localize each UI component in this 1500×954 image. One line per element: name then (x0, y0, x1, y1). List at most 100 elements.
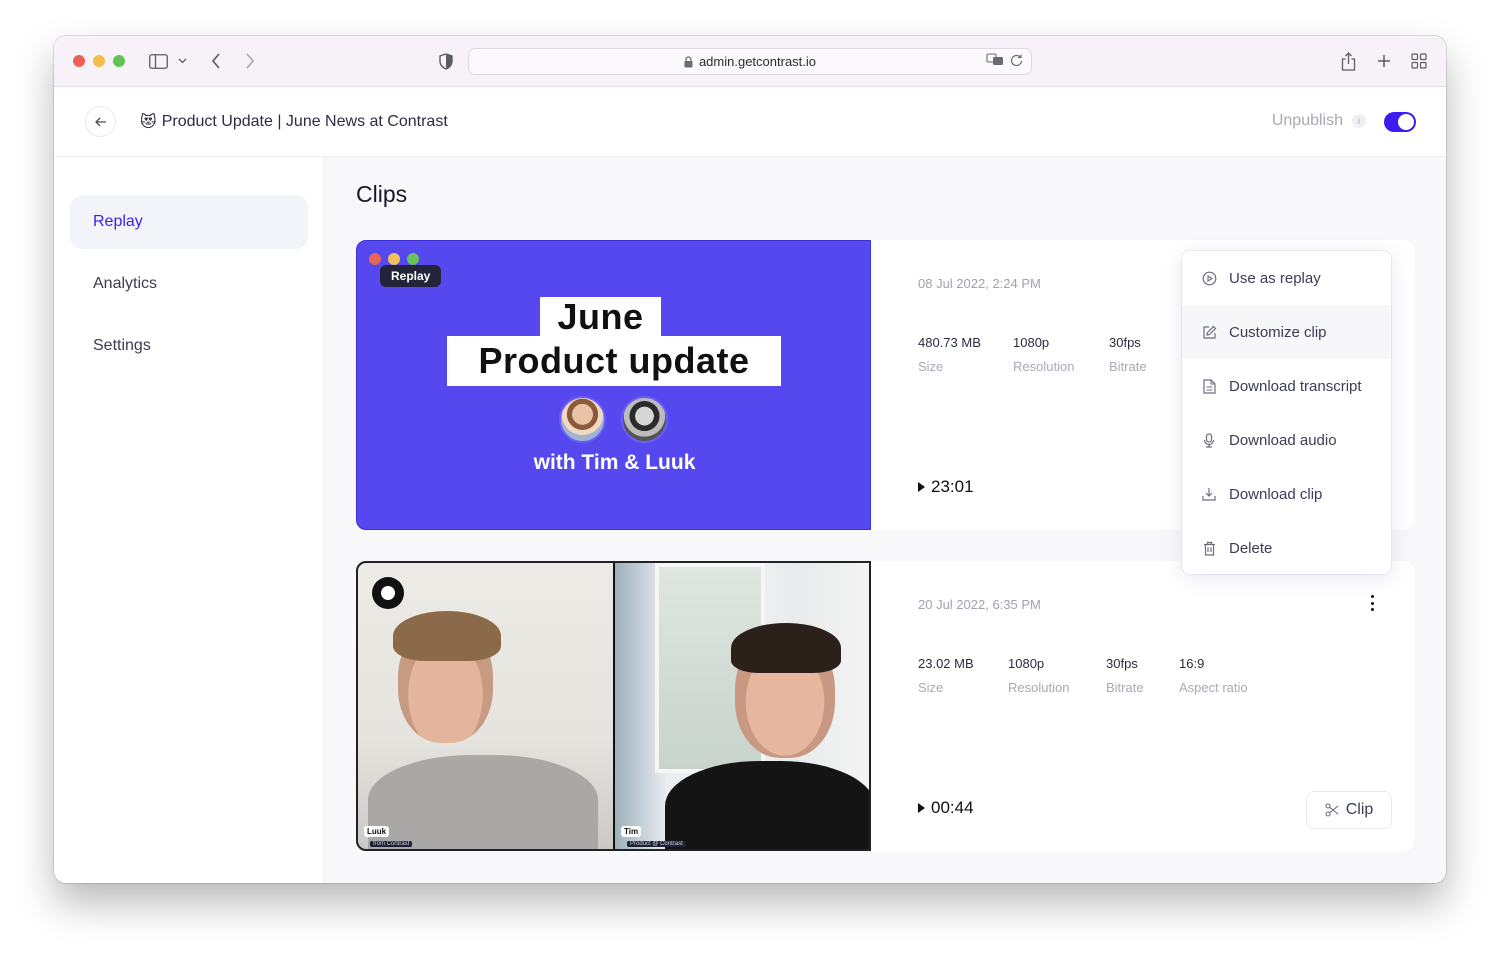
stat-resolution: 1080p Resolution (1008, 656, 1074, 695)
share-icon[interactable] (1338, 50, 1358, 72)
menu-item-download-clip[interactable]: Download clip (1182, 467, 1391, 521)
menu-item-download-audio[interactable]: Download audio (1182, 413, 1391, 467)
sidebar-item-settings[interactable]: Settings (70, 319, 308, 373)
sidebar-item-replay[interactable]: Replay (70, 195, 308, 249)
reload-icon[interactable] (1010, 53, 1023, 70)
stat-label: Aspect ratio (1179, 680, 1248, 695)
stat-value: 1080p (1013, 335, 1050, 350)
browser-window: admin.getcontrast.io 😻 Product Update | … (54, 36, 1446, 883)
play-circle-icon (1201, 270, 1217, 286)
chevron-down-icon[interactable] (176, 50, 188, 72)
url-text: admin.getcontrast.io (698, 54, 817, 69)
stat-value: 30fps (1106, 656, 1138, 671)
menu-item-label: Delete (1229, 539, 1273, 557)
page-title: 😻 Product Update | June News at Contrast (140, 112, 448, 132)
back-icon[interactable] (206, 50, 226, 72)
participant-role: from Contrast (370, 841, 413, 847)
clip-button[interactable]: Clip (1306, 791, 1392, 829)
sidebar: Replay Analytics Settings (54, 157, 324, 883)
thumbnail-subtitle: with Tim & Luuk (533, 451, 696, 474)
menu-item-label: Use as replay (1229, 269, 1321, 287)
clip-button-label: Clip (1345, 801, 1374, 818)
stat-value: 1080p (1008, 656, 1045, 671)
lock-icon (684, 55, 693, 68)
stat-label: Resolution (1008, 680, 1070, 695)
unpublish-text: Unpublish (1271, 112, 1343, 129)
menu-item-label: Download audio (1229, 431, 1337, 449)
person-hair (731, 623, 841, 673)
avatar (621, 396, 668, 443)
more-options-icon[interactable] (1367, 595, 1377, 611)
stat-bitrate: 30fps Bitrate (1109, 335, 1151, 374)
close-window-button[interactable] (73, 55, 85, 67)
info-icon[interactable]: i (1352, 114, 1366, 128)
thumbnail-dot (388, 253, 400, 265)
stat-value: 480.73 MB (918, 335, 981, 350)
avatar (559, 396, 606, 443)
privacy-shield-icon[interactable] (436, 50, 456, 72)
thumbnail-headline-1: June (540, 296, 661, 337)
menu-item-label: Download transcript (1229, 377, 1362, 395)
person-body (665, 761, 869, 849)
zoom-window-button[interactable] (113, 55, 125, 67)
minimize-window-button[interactable] (93, 55, 105, 67)
page-title-text: Product Update | June News at Contrast (161, 113, 448, 130)
menu-item-download-transcript[interactable]: Download transcript (1182, 359, 1391, 413)
stat-label: Size (918, 680, 944, 695)
thumbnail-headline-2: Product update (447, 336, 781, 386)
browser-toolbar: admin.getcontrast.io (54, 36, 1446, 87)
clip-duration[interactable]: 00:44 (918, 798, 974, 818)
publish-toggle[interactable] (1384, 112, 1416, 132)
participant-role: Product @ Contrast (627, 841, 686, 847)
section-title: Clips (356, 181, 408, 207)
clip-options-menu: Use as replay Customize clip Download tr… (1182, 251, 1391, 574)
translate-icon[interactable] (986, 53, 1004, 70)
sidebar-item-analytics[interactable]: Analytics (70, 257, 308, 311)
stat-size: 480.73 MB Size (918, 335, 981, 374)
replay-badge: Replay (380, 265, 442, 287)
menu-item-customize-clip[interactable]: Customize clip (1182, 305, 1391, 359)
stat-size: 23.02 MB Size (918, 656, 976, 695)
arrow-left-icon (94, 117, 106, 126)
app-header: 😻 Product Update | June News at Contrast… (54, 88, 1446, 157)
menu-item-delete[interactable]: Delete (1182, 521, 1391, 574)
edit-icon (1201, 324, 1217, 340)
stat-value: 23.02 MB (918, 656, 974, 671)
menu-item-label: Download clip (1229, 485, 1323, 503)
tab-overview-icon[interactable] (1409, 50, 1429, 72)
back-button[interactable] (85, 106, 116, 137)
stat-label: Resolution (1013, 359, 1075, 374)
unpublish-label: Unpublish i (1272, 112, 1366, 130)
video-tile-tim: Tim Product @ Contrast (615, 563, 869, 849)
video-tile-luuk: Luuk from Contrast (358, 563, 613, 849)
new-tab-icon[interactable] (1374, 50, 1394, 72)
address-bar[interactable]: admin.getcontrast.io (468, 48, 1032, 75)
microphone-icon (1201, 432, 1217, 448)
download-icon (1201, 486, 1217, 502)
clip-duration[interactable]: 23:01 (918, 477, 974, 497)
person-hair (393, 611, 501, 661)
stat-resolution: 1080p Resolution (1013, 335, 1077, 374)
participant-name: Luuk (364, 826, 390, 837)
cat-emoji-icon: 😻 (140, 114, 157, 131)
menu-item-label: Customize clip (1229, 323, 1327, 341)
stat-label: Bitrate (1106, 680, 1144, 695)
menu-item-use-as-replay[interactable]: Use as replay (1182, 251, 1391, 305)
thumbnail-dot (407, 253, 419, 265)
duration-text: 00:44 (931, 798, 974, 817)
clip-thumbnail[interactable]: Luuk from Contrast Tim Product @ Contras… (356, 561, 871, 851)
person-body (368, 755, 598, 849)
contrast-logo-icon (372, 577, 404, 609)
stat-bitrate: 30fps Bitrate (1106, 656, 1147, 695)
clip-date: 20 Jul 2022, 6:35 PM (918, 597, 1041, 612)
document-icon (1201, 378, 1217, 394)
stat-aspect-ratio: 16:9 Aspect ratio (1179, 656, 1248, 695)
sidebar-toggle-icon[interactable] (148, 50, 168, 72)
forward-icon[interactable] (240, 50, 260, 72)
stat-label: Size (918, 359, 944, 374)
clip-thumbnail[interactable]: Replay June Product update with Tim & Lu… (356, 240, 871, 530)
clip-card: Luuk from Contrast Tim Product @ Contras… (356, 561, 1415, 851)
play-icon (918, 803, 925, 813)
stat-value: 16:9 (1179, 656, 1205, 671)
stat-value: 30fps (1109, 335, 1141, 350)
